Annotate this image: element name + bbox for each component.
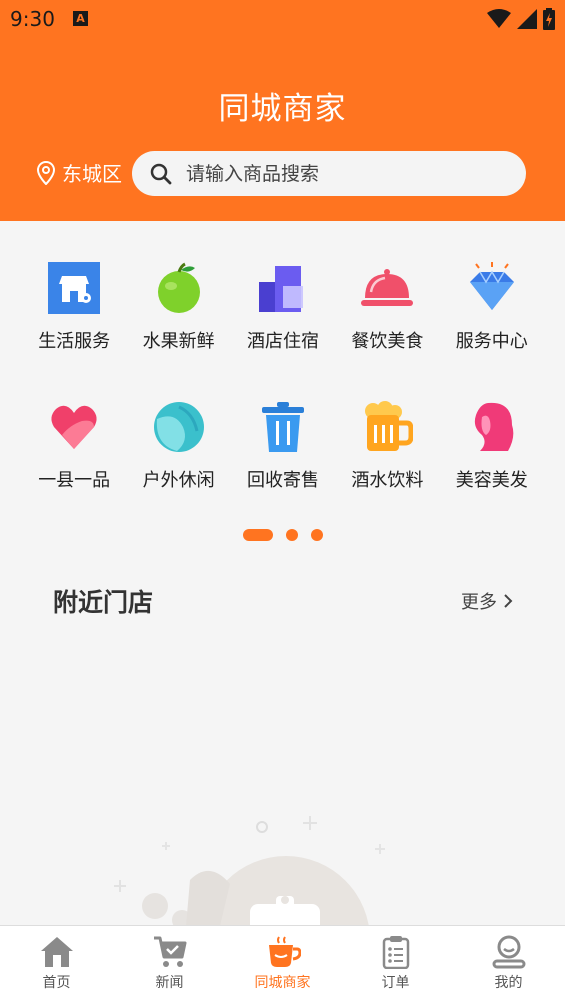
category-drinks[interactable]: 酒水饮料 [335,401,439,540]
beer-icon [365,401,414,451]
chevron-right-icon [504,594,513,608]
notification-a-icon: A [73,11,88,26]
pager-dot[interactable] [286,529,298,541]
wifi-icon [487,9,511,28]
tab-label: 订单 [381,975,410,991]
nearby-stores-title: 附近门店 [53,588,154,617]
category-life-service[interactable]: 生活服务 [22,262,126,401]
tab-news[interactable]: 新闻 [113,926,226,1004]
food-cloche-icon [361,269,414,306]
location-pin-icon [36,160,56,185]
header: 同城商家 东城区 [0,38,565,221]
category-label: 生活服务 [38,331,111,352]
tab-home[interactable]: 首页 [0,926,113,1004]
apple-icon [157,262,200,313]
tab-orders[interactable]: 订单 [339,926,452,1004]
battery-icon [543,8,555,30]
empty-state-illustration [114,816,385,926]
category-fresh-fruit[interactable]: 水果新鲜 [126,262,230,401]
category-county-product[interactable]: 一县一品 [22,401,126,540]
category-label: 水果新鲜 [142,331,215,352]
coffee-cup-icon [268,936,301,967]
category-label: 户外休闲 [142,470,215,491]
woman-hair-icon [474,402,514,451]
category-label: 一县一品 [38,470,111,491]
search-bar[interactable] [132,151,526,196]
bottom-tab-bar: 首页 新闻 同城商家 订单 我的 [0,925,565,1004]
diamond-icon [469,262,514,310]
category-label: 餐饮美食 [351,331,424,352]
hotel-icon [258,266,303,312]
pager-dot[interactable] [311,529,323,541]
category-outdoor[interactable]: 户外休闲 [126,401,230,540]
carousel-pager [243,529,336,541]
page-title: 同城商家 [218,91,347,127]
status-icons [487,8,555,30]
location-name: 东城区 [62,162,122,186]
category-label: 美容美发 [455,470,528,491]
signal-icon [517,9,537,29]
cart-icon [153,936,186,967]
tab-mine[interactable]: 我的 [452,926,565,1004]
category-service-center[interactable]: 服务中心 [440,262,544,401]
ball-icon [153,402,204,452]
category-beauty[interactable]: 美容美发 [440,401,544,540]
category-label: 服务中心 [455,331,528,352]
category-grid: 生活服务 水果新鲜 酒店住宿 餐饮美食 服务中心 一县一品 户外休闲 回收寄售 … [22,262,544,540]
more-label: 更多 [461,592,497,613]
user-icon [492,935,525,969]
category-label: 酒水饮料 [351,470,424,491]
location-selector[interactable]: 东城区 [36,158,122,187]
clipboard-icon [382,936,409,969]
category-food[interactable]: 餐饮美食 [335,262,439,401]
tab-label: 我的 [494,975,523,991]
search-icon [150,163,172,184]
category-hotel[interactable]: 酒店住宿 [231,262,335,401]
home-icon [40,937,73,967]
shop-icon [48,262,101,314]
trash-can-icon [261,402,304,452]
more-link[interactable]: 更多 [461,588,513,614]
tab-local-merchants[interactable]: 同城商家 [226,926,339,1004]
status-time: 9:30 [10,7,55,31]
status-bar: 9:30 A [0,0,565,38]
tab-label: 首页 [42,975,71,991]
category-label: 酒店住宿 [246,331,319,352]
category-recycle[interactable]: 回收寄售 [231,401,335,540]
tab-label: 新闻 [155,975,184,991]
heart-icon [51,405,97,449]
category-label: 回收寄售 [246,470,319,491]
pager-dot-active[interactable] [243,529,273,541]
search-input[interactable] [186,162,486,185]
tab-label: 同城商家 [254,975,311,991]
